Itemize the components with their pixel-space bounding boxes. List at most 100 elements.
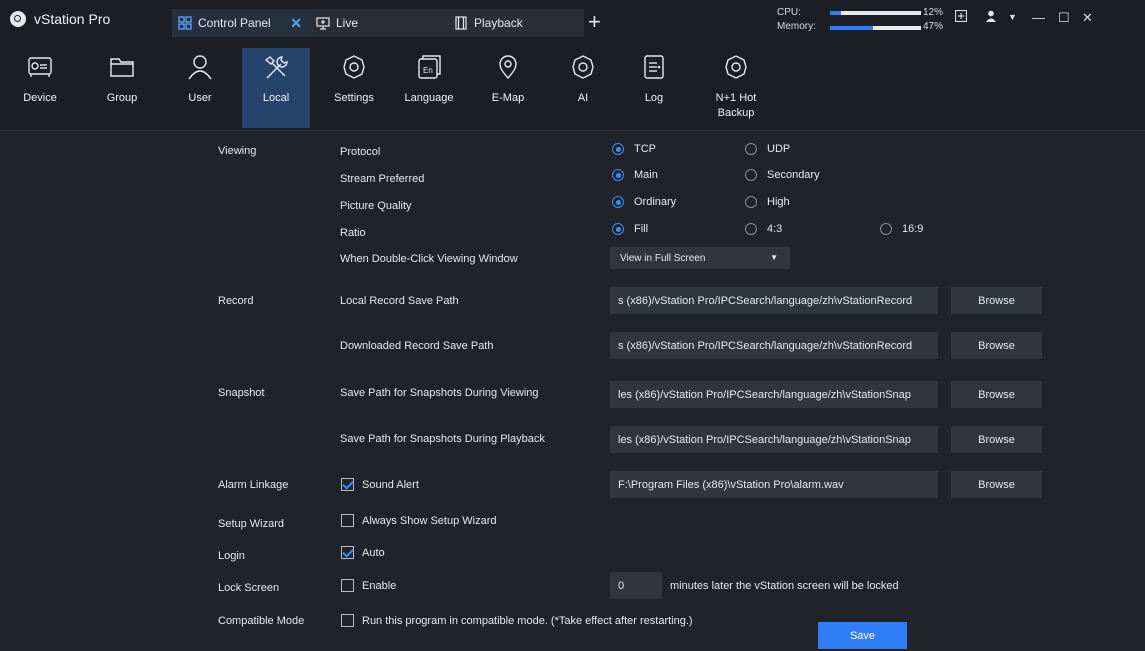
radio-secondary[interactable]: Secondary: [745, 169, 820, 181]
auto-login-checkbox[interactable]: Auto: [341, 546, 385, 559]
stream-label: Stream Preferred: [340, 173, 425, 185]
section-alarm-linkage: Alarm Linkage: [218, 479, 289, 491]
toolbar-label: N+1 Hot Backup: [715, 92, 757, 119]
toolbar-label: Settings: [334, 92, 374, 104]
film-icon: [454, 16, 468, 30]
sound-alert-checkbox[interactable]: Sound Alert: [341, 478, 419, 491]
language-icon: En: [418, 55, 441, 79]
tab-playback[interactable]: Playback: [444, 9, 584, 37]
map-pin-icon: [499, 55, 517, 80]
checkbox-icon: [341, 514, 354, 527]
radio-icon: [745, 223, 757, 235]
toolbar-hot-backup[interactable]: N+1 Hot Backup: [698, 40, 774, 128]
ratio-label: Ratio: [340, 227, 366, 239]
tab-label: Live: [336, 16, 359, 30]
checkbox-icon: [341, 579, 354, 592]
toolbar-emap[interactable]: E-Map: [478, 40, 538, 128]
layout-icon[interactable]: [954, 9, 968, 25]
tab-live[interactable]: Live: [310, 9, 444, 37]
section-record: Record: [218, 295, 254, 307]
ai-icon: [572, 55, 594, 79]
memory-meter: [830, 26, 921, 30]
device-icon: [28, 57, 52, 77]
cpu-label: CPU:: [777, 7, 801, 18]
browse-button[interactable]: Browse: [951, 332, 1042, 359]
toolbar-settings[interactable]: Settings: [326, 40, 382, 128]
snapshot-playback-path-field[interactable]: les (x86)/vStation Pro/IPCSearch/languag…: [610, 426, 938, 453]
section-login: Login: [218, 550, 245, 562]
radio-main[interactable]: Main: [612, 169, 658, 181]
cpu-meter-fill: [830, 11, 841, 15]
toolbar-group[interactable]: Group: [92, 40, 152, 128]
browse-button[interactable]: Browse: [951, 426, 1042, 453]
radio-4-3[interactable]: 4:3: [745, 223, 782, 235]
toolbar-label: Log: [644, 92, 664, 104]
user-account-icon[interactable]: [985, 10, 997, 25]
toolbar-ai[interactable]: AI: [556, 40, 610, 128]
lock-screen-checkbox[interactable]: Enable: [341, 579, 396, 592]
local-record-path-field[interactable]: s (x86)/vStation Pro/IPCSearch/language/…: [610, 287, 938, 314]
backup-icon: [725, 55, 747, 79]
toolbar-label: Device: [23, 92, 57, 104]
toolbar-log[interactable]: Log: [626, 40, 682, 128]
menu-dropdown-icon[interactable]: ▼: [1008, 12, 1017, 22]
cpu-meter: [830, 11, 921, 15]
toolbar-language[interactable]: En Language: [396, 40, 462, 128]
memory-meter-fill: [830, 26, 873, 30]
radio-icon: [880, 223, 892, 235]
section-lock-screen: Lock Screen: [218, 582, 280, 594]
close-icon[interactable]: ✕: [290, 15, 302, 32]
radio-selected-icon: [612, 223, 624, 235]
double-click-select[interactable]: View in Full Screen ▼: [610, 247, 790, 269]
radio-ordinary[interactable]: Ordinary: [612, 196, 676, 208]
app-logo-icon: [10, 11, 26, 27]
folder-icon: [110, 58, 134, 77]
maximize-icon[interactable]: ☐: [1058, 10, 1070, 26]
protocol-label: Protocol: [340, 146, 381, 158]
radio-icon: [745, 169, 757, 181]
toolbar-local[interactable]: Local: [242, 48, 310, 128]
browse-button[interactable]: Browse: [951, 471, 1042, 498]
section-snapshot: Snapshot: [218, 387, 265, 399]
minimize-icon[interactable]: —: [1032, 10, 1045, 25]
radio-udp[interactable]: UDP: [745, 143, 790, 155]
radio-selected-icon: [612, 143, 624, 155]
alarm-sound-path-field[interactable]: F:\Program Files (x86)\vStation Pro\alar…: [610, 471, 938, 498]
radio-tcp[interactable]: TCP: [612, 143, 656, 155]
radio-fill[interactable]: Fill: [612, 223, 648, 235]
cpu-value: 12%: [923, 7, 944, 18]
section-viewing: Viewing: [218, 145, 257, 157]
section-setup-wizard: Setup Wizard: [218, 518, 285, 530]
snapshot-playback-label: Save Path for Snapshots During Playback: [340, 433, 545, 445]
toolbar-label: User: [188, 92, 212, 104]
lock-minutes-text: minutes later the vStation screen will b…: [670, 580, 899, 592]
setup-wizard-checkbox[interactable]: Always Show Setup Wizard: [341, 514, 497, 527]
snapshot-viewing-path-field[interactable]: les (x86)/vStation Pro/IPCSearch/languag…: [610, 381, 938, 408]
add-tab-button[interactable]: +: [588, 9, 601, 35]
toolbar-device[interactable]: Device: [10, 40, 70, 128]
section-compatible-mode: Compatible Mode: [218, 615, 305, 627]
log-icon: [644, 55, 664, 79]
lock-minutes-input[interactable]: 0: [610, 572, 662, 599]
browse-button[interactable]: Browse: [951, 381, 1042, 408]
compatible-mode-checkbox[interactable]: Run this program in compatible mode. (*T…: [341, 614, 693, 627]
downloaded-record-path-field[interactable]: s (x86)/vStation Pro/IPCSearch/language/…: [610, 332, 938, 359]
app-title: vStation Pro: [34, 11, 111, 27]
radio-icon: [745, 196, 757, 208]
radio-16-9[interactable]: 16:9: [880, 223, 923, 235]
grid-icon: [178, 16, 192, 30]
checkbox-icon: [341, 614, 354, 627]
toolbar: Device Group User Local Settings En Lang…: [0, 40, 1145, 131]
radio-high[interactable]: High: [745, 196, 790, 208]
toolbar-label: AI: [577, 92, 589, 104]
toolbar-user[interactable]: User: [170, 40, 230, 128]
local-settings-panel: Viewing Protocol TCP UDP Stream Preferre…: [0, 131, 1145, 651]
save-button[interactable]: Save: [818, 622, 907, 649]
radio-selected-icon: [612, 196, 624, 208]
checkbox-checked-icon: [341, 546, 354, 559]
radio-icon: [745, 143, 757, 155]
browse-button[interactable]: Browse: [951, 287, 1042, 314]
window-close-icon[interactable]: ✕: [1082, 10, 1093, 26]
tab-control-panel[interactable]: Control Panel ✕: [172, 9, 310, 37]
tab-label: Control Panel: [198, 16, 271, 30]
